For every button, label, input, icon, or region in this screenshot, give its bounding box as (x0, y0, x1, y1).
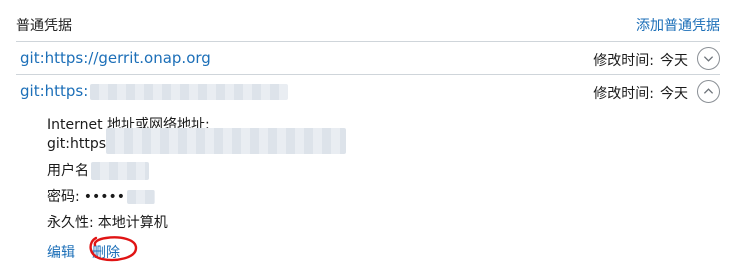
modified-value: 今天 (660, 86, 688, 102)
annotation-circle (89, 236, 138, 262)
modified-time: 修改时间: 今天 (593, 50, 688, 70)
username-line: 用户名 (47, 160, 149, 180)
modified-time: 修改时间: 今天 (593, 83, 688, 103)
redacted-block (127, 190, 156, 204)
persistence-value: 本地计算机 (97, 215, 168, 231)
password-label: 密码: (47, 189, 80, 205)
password-value: ••••• (83, 189, 126, 205)
password-line: 密码: ••••• (47, 186, 156, 206)
credential-row[interactable]: git:https://gerrit.onap.org 修改时间: 今天 (16, 42, 720, 74)
persistence-line: 永久性: 本地计算机 (47, 212, 168, 232)
expand-button[interactable] (697, 47, 720, 70)
credential-name[interactable]: git:https: (20, 82, 289, 100)
edit-link[interactable]: 编辑 (47, 242, 75, 262)
chevron-up-icon (703, 88, 714, 94)
section-title: 普通凭据 (16, 18, 72, 34)
credential-row[interactable]: git:https: 修改时间: 今天 (16, 75, 720, 107)
credential-manager-panel: 普通凭据 添加普通凭据 git:https://gerrit.onap.org … (0, 0, 748, 263)
address-value-line: git:https (47, 128, 347, 154)
address-value: git:https (47, 136, 107, 152)
redacted-block (91, 162, 149, 180)
redacted-block (90, 83, 289, 100)
credential-name-text: git:https: (20, 82, 89, 100)
redacted-block (106, 128, 347, 154)
chevron-down-icon (703, 56, 714, 62)
add-generic-credential-link[interactable]: 添加普通凭据 (636, 15, 720, 35)
credential-name[interactable]: git:https://gerrit.onap.org (20, 49, 211, 67)
modified-label: 修改时间: (593, 53, 654, 69)
username-label: 用户名 (47, 163, 89, 179)
collapse-button[interactable] (697, 80, 720, 103)
modified-label: 修改时间: (593, 86, 654, 102)
modified-value: 今天 (660, 53, 688, 69)
persistence-label: 永久性: (47, 215, 94, 231)
